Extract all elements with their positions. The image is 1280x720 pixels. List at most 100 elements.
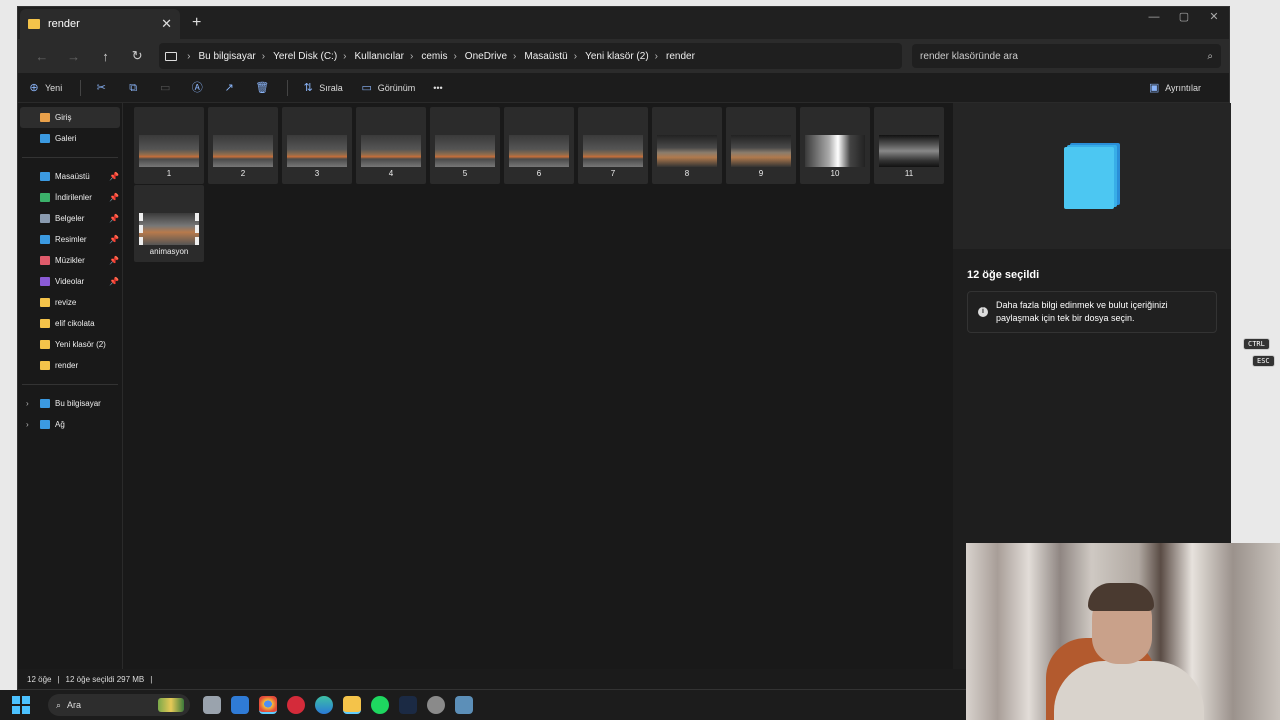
music-icon xyxy=(40,256,50,265)
back-button[interactable]: ← xyxy=(26,49,58,64)
file-item[interactable]: 3 xyxy=(282,107,352,184)
breadcrumb-item[interactable]: › OneDrive xyxy=(453,51,507,62)
toolbar-divider xyxy=(287,79,289,96)
file-explorer-icon[interactable] xyxy=(343,696,361,714)
opera-icon[interactable] xyxy=(287,696,305,714)
sidebar-item-gallery[interactable]: Galeri xyxy=(18,128,122,149)
person-body xyxy=(1054,661,1204,720)
key-badge-ctrl: CTRL xyxy=(1243,338,1270,350)
app-icon[interactable] xyxy=(455,696,473,714)
file-name: 6 xyxy=(536,169,542,178)
sidebar-item-folder[interactable]: Yeni klasör (2) xyxy=(18,334,122,355)
home-icon xyxy=(40,113,50,122)
pin-icon: 📌 xyxy=(109,235,119,244)
outlook-icon[interactable] xyxy=(231,696,249,714)
info-icon: i xyxy=(978,307,988,317)
file-thumbnail xyxy=(139,135,199,167)
sidebar-item-music[interactable]: Müzikler 📌 xyxy=(18,250,122,271)
sidebar-item-home[interactable]: Giriş xyxy=(20,107,120,128)
multiple-files-icon xyxy=(1064,143,1120,209)
start-button[interactable] xyxy=(12,696,30,714)
file-item[interactable]: 6 xyxy=(504,107,574,184)
chevron-right-icon[interactable]: › xyxy=(26,420,29,429)
taskbar-search[interactable]: ⌕ Ara xyxy=(48,694,190,716)
breadcrumb[interactable]: › Bu bilgisayar › Yerel Disk (C:) › Kullanı… xyxy=(159,43,903,69)
more-options-button[interactable]: ••• xyxy=(433,83,442,93)
file-item[interactable]: 5 xyxy=(430,107,500,184)
file-item[interactable]: 2 xyxy=(208,107,278,184)
file-item[interactable]: 7 xyxy=(578,107,648,184)
file-name: 5 xyxy=(462,169,468,178)
file-item[interactable]: 10 xyxy=(800,107,870,184)
file-item[interactable]: 11 xyxy=(874,107,944,184)
file-thumbnail xyxy=(509,135,569,167)
breadcrumb-item[interactable]: › Yerel Disk (C:) xyxy=(262,51,337,62)
file-item[interactable]: 9 xyxy=(726,107,796,184)
sidebar-item-desktop[interactable]: Masaüstü 📌 xyxy=(18,166,122,187)
sidebar-item-folder[interactable]: elif cikolata xyxy=(18,313,122,334)
file-thumbnail xyxy=(361,135,421,167)
video-icon xyxy=(40,277,50,286)
steam-icon[interactable] xyxy=(399,696,417,714)
breadcrumb-item[interactable]: › Kullanıcılar xyxy=(343,51,404,62)
tab-close-icon[interactable]: ✕ xyxy=(161,16,172,32)
desktop-icon xyxy=(40,172,50,181)
sidebar-item-downloads[interactable]: İndirilenler 📌 xyxy=(18,187,122,208)
search-input[interactable]: render klasöründe ara ⌕ xyxy=(912,44,1222,68)
copy-icon[interactable]: ⧉ xyxy=(127,82,139,94)
delete-icon[interactable]: 🗑 xyxy=(255,82,269,94)
app-icon[interactable] xyxy=(427,696,445,714)
new-tab-button[interactable]: + xyxy=(192,14,201,32)
file-thumbnail xyxy=(731,135,791,167)
network-icon xyxy=(40,420,50,429)
up-button[interactable]: ↑ xyxy=(90,49,122,64)
sidebar-divider xyxy=(22,384,118,385)
breadcrumb-item[interactable]: › render xyxy=(655,51,695,62)
file-item[interactable]: 1 xyxy=(134,107,204,184)
forward-button[interactable]: → xyxy=(58,49,90,64)
breadcrumb-item[interactable]: › cemis xyxy=(410,51,447,62)
chrome-icon[interactable] xyxy=(259,696,277,714)
sidebar-item-pictures[interactable]: Resimler 📌 xyxy=(18,229,122,250)
breadcrumb-item[interactable]: › Yeni klasör (2) xyxy=(574,51,649,62)
share-icon[interactable]: ↗ xyxy=(223,82,235,94)
rename-icon[interactable]: Ⓐ xyxy=(191,82,203,94)
spotify-icon[interactable] xyxy=(371,696,389,714)
sidebar-item-network[interactable]: › Ağ xyxy=(18,414,122,435)
computer-icon xyxy=(165,51,178,61)
file-thumbnail xyxy=(657,135,717,167)
info-message: i Daha fazla bilgi edinmek ve bulut içer… xyxy=(967,291,1217,333)
cut-icon[interactable]: ✂ xyxy=(95,82,107,94)
sidebar-item-documents[interactable]: Belgeler 📌 xyxy=(18,208,122,229)
details-pane-button[interactable]: ▣ Ayrıntılar xyxy=(1148,82,1201,94)
sidebar-item-folder[interactable]: render xyxy=(18,355,122,376)
close-button[interactable]: ✕ xyxy=(1199,7,1229,27)
sidebar-divider xyxy=(22,157,118,158)
file-item[interactable]: animasyon xyxy=(134,185,204,262)
breadcrumb-item[interactable]: › Masaüstü xyxy=(513,51,568,62)
edge-icon[interactable] xyxy=(315,696,333,714)
download-icon xyxy=(40,193,50,202)
refresh-button[interactable]: ↻ xyxy=(121,48,153,64)
pin-icon: 📌 xyxy=(109,214,119,223)
folder-icon xyxy=(40,361,50,370)
maximize-button[interactable]: ▢ xyxy=(1169,7,1199,27)
file-item[interactable]: 4 xyxy=(356,107,426,184)
sidebar-item-folder[interactable]: revize xyxy=(18,292,122,313)
navigation-bar: ← → ↑ ↻ › Bu bilgisayar › Yerel Disk (C:) … xyxy=(18,39,1229,73)
paste-icon[interactable]: ▭ xyxy=(159,82,171,94)
breadcrumb-item[interactable]: › Bu bilgisayar xyxy=(187,51,256,62)
pin-icon: 📌 xyxy=(109,193,119,202)
file-item[interactable]: 8 xyxy=(652,107,722,184)
new-button[interactable]: ⊕ Yeni xyxy=(28,82,62,94)
view-button[interactable]: ▭ Görünüm xyxy=(361,82,416,94)
sidebar-item-this-pc[interactable]: › Bu bilgisayar xyxy=(18,393,122,414)
folder-icon xyxy=(40,298,50,307)
task-view-icon[interactable] xyxy=(203,696,221,714)
pin-icon: 📌 xyxy=(109,172,119,181)
sort-button[interactable]: ⇅ Sırala xyxy=(302,82,343,94)
sidebar-item-videos[interactable]: Videolar 📌 xyxy=(18,271,122,292)
minimize-button[interactable]: — xyxy=(1139,7,1169,27)
chevron-right-icon[interactable]: › xyxy=(26,399,29,408)
tab-render[interactable]: render ✕ xyxy=(20,9,180,39)
